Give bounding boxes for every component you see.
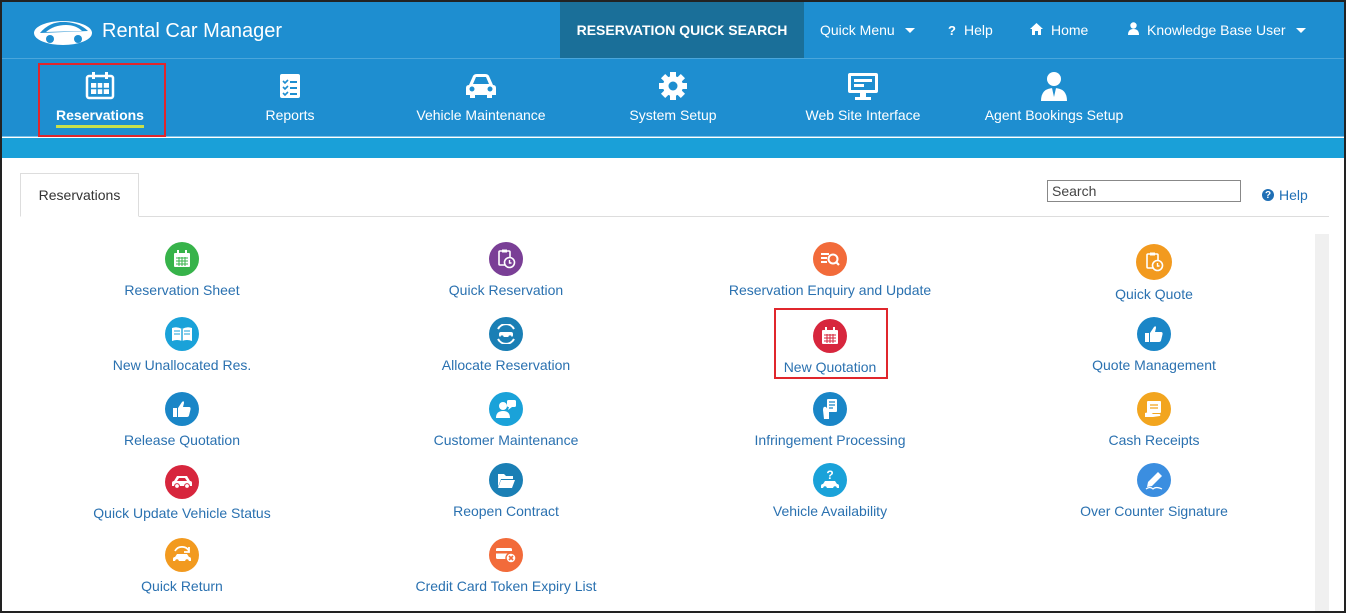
quick-return-link[interactable]: Quick Return [32, 538, 332, 594]
car-question-icon: ? [813, 463, 847, 497]
question-circle-icon: ? [1262, 189, 1274, 201]
monitor-icon [847, 71, 879, 101]
pen-signature-icon [1137, 463, 1171, 497]
new-unallocated-res-link[interactable]: New Unallocated Res. [32, 317, 332, 373]
clipboard-clock-icon [1136, 244, 1172, 280]
car-logo-icon [34, 21, 92, 45]
module-agent-bookings-setup[interactable]: Agent Bookings Setup [979, 59, 1129, 137]
quick-quote-link[interactable]: Quick Quote [1004, 244, 1304, 302]
module-system-setup[interactable]: System Setup [623, 59, 723, 137]
module-label: Agent Bookings Setup [984, 107, 1124, 123]
reservation-enquiry-link[interactable]: Reservation Enquiry and Update [680, 242, 980, 298]
chevron-down-icon [1295, 27, 1306, 33]
item-label: Reservation Sheet [124, 282, 240, 298]
agent-icon [1041, 71, 1067, 101]
car-icon [465, 71, 497, 101]
user-name: Knowledge Base User [1147, 22, 1286, 38]
quick-menu-dropdown[interactable]: Quick Menu [820, 2, 915, 58]
app-brand[interactable]: Rental Car Manager [32, 14, 282, 48]
item-label: Allocate Reservation [441, 357, 571, 373]
quick-update-vehicle-status-link[interactable]: Quick Update Vehicle Status [32, 465, 332, 521]
item-label: Reopen Contract [453, 503, 559, 519]
home-icon [1030, 22, 1043, 38]
car-return-icon [165, 538, 199, 572]
question-icon: ? [948, 22, 956, 38]
scrollbar[interactable] [1315, 234, 1329, 611]
clipboard-clock-icon [489, 242, 523, 276]
home-button[interactable]: Home [1030, 2, 1088, 58]
car-refresh-icon [489, 317, 523, 351]
item-label: Cash Receipts [1108, 432, 1200, 448]
chevron-down-icon [904, 27, 915, 33]
module-label: Vehicle Maintenance [416, 107, 546, 123]
checklist-icon [278, 71, 302, 101]
infringement-processing-link[interactable]: Infringement Processing [680, 392, 980, 448]
module-reports[interactable]: Reports [260, 59, 320, 137]
over-counter-signature-link[interactable]: Over Counter Signature [1004, 463, 1304, 519]
app-title: Rental Car Manager [102, 19, 283, 42]
module-web-site-interface[interactable]: Web Site Interface [801, 59, 925, 137]
quick-reservation-link[interactable]: Quick Reservation [356, 242, 656, 298]
item-label: New Unallocated Res. [112, 357, 252, 373]
item-label: Quick Return [141, 578, 223, 594]
module-label: Web Site Interface [805, 107, 921, 123]
quick-menu-label: Quick Menu [820, 22, 895, 38]
item-label: Over Counter Signature [1080, 503, 1228, 519]
item-label: Reservation Enquiry and Update [728, 282, 932, 298]
help-button[interactable]: ? Help [948, 2, 993, 58]
reservation-sheet-link[interactable]: Reservation Sheet [32, 242, 332, 298]
thumbs-up-icon [165, 392, 199, 426]
home-label: Home [1051, 22, 1089, 38]
person-chat-icon [489, 392, 523, 426]
search-list-icon [813, 242, 847, 276]
folder-open-icon [489, 463, 523, 497]
thumbs-up-icon [1137, 317, 1171, 351]
credit-card-token-expiry-link[interactable]: Credit Card Token Expiry List [356, 538, 656, 594]
item-label: Quick Update Vehicle Status [93, 505, 271, 521]
customer-maintenance-link[interactable]: Customer Maintenance [356, 392, 656, 448]
quote-management-link[interactable]: Quote Management [1004, 317, 1304, 373]
help-label: Help [963, 22, 993, 38]
reservation-quick-search-button[interactable]: RESERVATION QUICK SEARCH [560, 2, 804, 58]
user-icon [1128, 22, 1139, 38]
module-vehicle-maintenance[interactable]: Vehicle Maintenance [411, 59, 551, 137]
help-link-label: Help [1279, 187, 1308, 203]
cash-receipts-link[interactable]: Cash Receipts [1004, 392, 1304, 448]
car-icon [165, 465, 199, 499]
item-label: Release Quotation [124, 432, 240, 448]
item-label: Quote Management [1092, 357, 1216, 373]
help-link[interactable]: ? Help [1262, 187, 1308, 203]
item-label: Quick Reservation [448, 282, 564, 298]
gear-icon [658, 71, 688, 101]
credit-card-x-icon [489, 538, 523, 572]
book-icon [165, 317, 199, 351]
item-label: Customer Maintenance [433, 432, 579, 448]
top-bar: Rental Car Manager RESERVATION QUICK SEA… [2, 2, 1344, 59]
user-menu-dropdown[interactable]: Knowledge Base User [1128, 2, 1306, 58]
reopen-contract-link[interactable]: Reopen Contract [356, 463, 656, 519]
tab-divider [20, 216, 1329, 217]
vehicle-availability-link[interactable]: ? Vehicle Availability [680, 463, 980, 519]
app-frame: Rental Car Manager RESERVATION QUICK SEA… [0, 0, 1346, 613]
item-label: Vehicle Availability [772, 503, 888, 519]
highlight-box [38, 63, 166, 137]
highlight-box [774, 308, 888, 379]
module-label: System Setup [629, 107, 717, 123]
module-bar: Reservations Reports Vehicle Maintenance… [2, 59, 1344, 137]
search-input[interactable] [1047, 180, 1241, 202]
item-label: Infringement Processing [754, 432, 906, 448]
item-label: Quick Quote [1115, 286, 1193, 302]
tab-reservations[interactable]: Reservations [20, 173, 139, 217]
accent-strip [2, 138, 1344, 158]
item-label: Credit Card Token Expiry List [415, 578, 597, 594]
svg-text:?: ? [826, 469, 833, 482]
allocate-reservation-link[interactable]: Allocate Reservation [356, 317, 656, 373]
module-label: Reports [265, 107, 315, 123]
calendar-grid-icon [165, 242, 199, 276]
release-quotation-link[interactable]: Release Quotation [32, 392, 332, 448]
document-hand-icon [813, 392, 847, 426]
receipt-icon [1137, 392, 1171, 426]
